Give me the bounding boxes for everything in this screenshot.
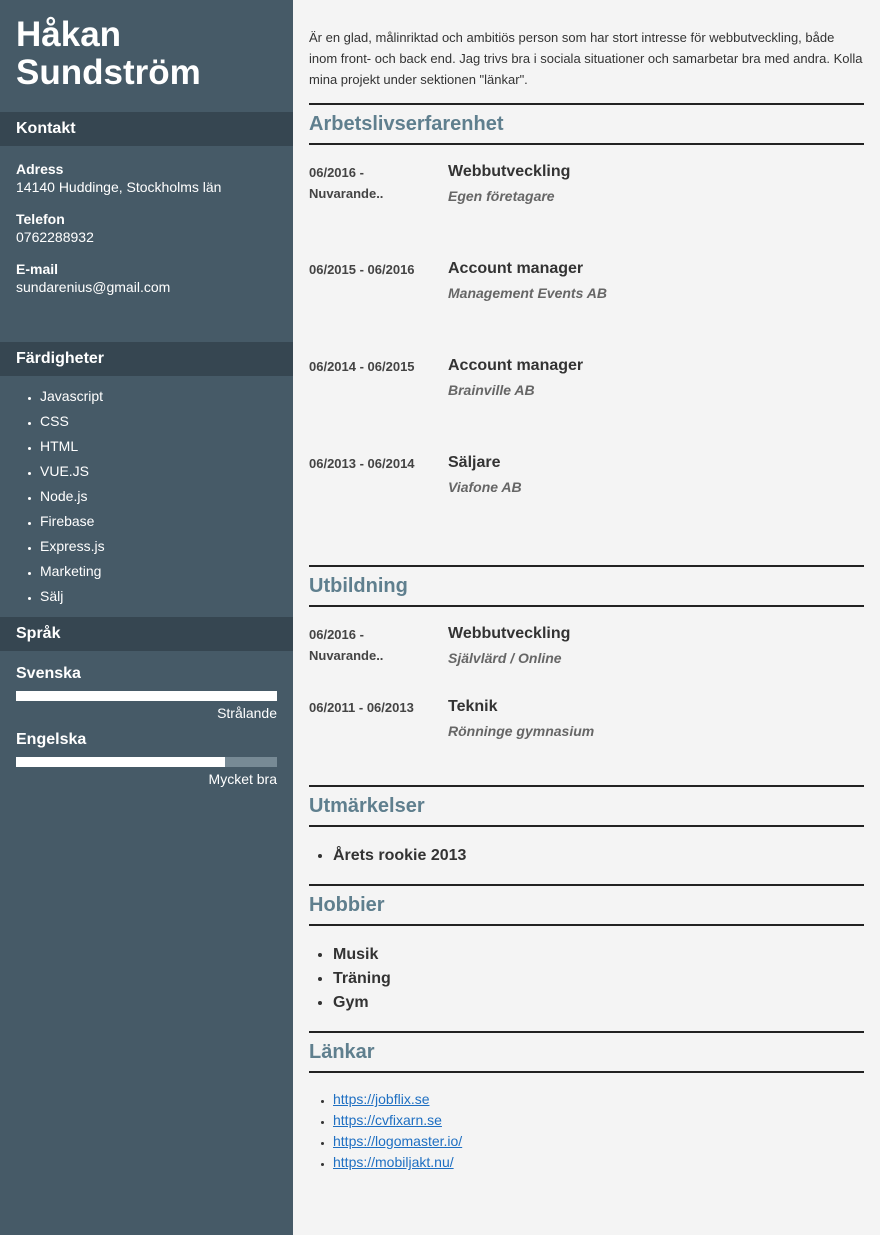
languages-section: Svenska Strålande Engelska Mycket bra	[0, 651, 293, 789]
education-item: 06/2011 - 06/2013 Teknik Rönninge gymnas…	[309, 697, 864, 770]
work-item: 06/2014 - 06/2015 Account manager Brainv…	[309, 356, 864, 453]
link-item: https://jobflix.se	[333, 1089, 864, 1110]
awards-list: Årets rookie 2013	[309, 827, 864, 884]
education-list: 06/2016 - Nuvarande.. Webbutveckling Sjä…	[309, 607, 864, 785]
education-date: 06/2016 - Nuvarande..	[309, 624, 448, 697]
skill-item: Firebase	[40, 509, 293, 534]
work-org: Egen företagare	[448, 188, 555, 204]
education-org: Självlärd / Online	[448, 650, 562, 666]
work-date: 06/2014 - 06/2015	[309, 356, 448, 453]
education-date: 06/2011 - 06/2013	[309, 697, 448, 770]
education-item: 06/2016 - Nuvarande.. Webbutveckling Sjä…	[309, 624, 864, 697]
work-item: 06/2015 - 06/2016 Account manager Manage…	[309, 259, 864, 356]
work-title: Account manager	[448, 357, 584, 374]
award-item: Årets rookie 2013	[333, 844, 864, 868]
languages-heading: Språk	[0, 617, 293, 651]
language-name: Engelska	[16, 731, 87, 748]
skills-list: Javascript CSS HTML VUE.JS Node.js Fireb…	[0, 376, 293, 617]
skill-item: Sälj	[40, 584, 293, 609]
work-org: Brainville AB	[448, 382, 535, 398]
date-line: 06/2016 -	[309, 627, 364, 642]
work-title: Webbutveckling	[448, 163, 571, 180]
language-bar-fill	[16, 691, 277, 701]
education-title: Webbutveckling	[448, 625, 571, 642]
skill-item: VUE.JS	[40, 459, 293, 484]
work-org: Management Events AB	[448, 285, 607, 301]
work-date: 06/2013 - 06/2014	[309, 453, 448, 550]
email-label: E-mail	[16, 261, 59, 277]
main-content: Är en glad, målinriktad och ambitiös per…	[309, 0, 864, 1173]
work-date: 06/2016 - Nuvarande..	[309, 162, 448, 259]
language-level: Strålande	[217, 705, 277, 721]
work-item: 06/2016 - Nuvarande.. Webbutveckling Ege…	[309, 162, 864, 259]
language-name: Svenska	[16, 665, 81, 682]
hobby-item: Träning	[333, 967, 864, 991]
skill-item: Express.js	[40, 534, 293, 559]
skill-item: Node.js	[40, 484, 293, 509]
address-value: 14140 Huddinge, Stockholms län	[16, 179, 222, 195]
link-item: https://logomaster.io/	[333, 1131, 864, 1152]
date-line: Nuvarande..	[309, 186, 384, 201]
skill-item: HTML	[40, 434, 293, 459]
language-level: Mycket bra	[208, 771, 277, 787]
date-line: 06/2013 - 06/2014	[309, 456, 415, 471]
work-title: Säljare	[448, 454, 501, 471]
hobby-item: Musik	[333, 943, 864, 967]
sidebar: Håkan Sundström Kontakt Adress 14140 Hud…	[0, 0, 293, 1235]
work-item: 06/2013 - 06/2014 Säljare Viafone AB	[309, 453, 864, 550]
language-bar	[16, 757, 277, 767]
work-list: 06/2016 - Nuvarande.. Webbutveckling Ege…	[309, 145, 864, 565]
skill-item: Marketing	[40, 559, 293, 584]
link-item: https://mobiljakt.nu/	[333, 1152, 864, 1173]
work-title: Account manager	[448, 260, 584, 277]
date-line: 06/2015 - 06/2016	[309, 262, 415, 277]
date-line: 06/2016 -	[309, 165, 364, 180]
education-org: Rönninge gymnasium	[448, 723, 595, 739]
education-heading: Utbildning	[309, 565, 864, 607]
date-line: 06/2011 - 06/2013	[309, 700, 414, 715]
hobbies-heading: Hobbier	[309, 884, 864, 926]
skills-heading: Färdigheter	[0, 342, 293, 376]
date-line: 06/2014 - 06/2015	[309, 359, 415, 374]
first-name: Håkan	[16, 15, 122, 54]
phone-label: Telefon	[16, 211, 65, 227]
last-name: Sundström	[16, 53, 201, 92]
work-date: 06/2015 - 06/2016	[309, 259, 448, 356]
work-heading: Arbetslivserfarenhet	[309, 103, 864, 145]
intro-text: Är en glad, målinriktad och ambitiös per…	[309, 30, 863, 87]
work-org: Viafone AB	[448, 479, 522, 495]
link-cvfixarn[interactable]: https://cvfixarn.se	[333, 1112, 442, 1128]
education-title: Teknik	[448, 698, 498, 715]
link-mobiljakt[interactable]: https://mobiljakt.nu/	[333, 1154, 454, 1170]
date-line: Nuvarande..	[309, 648, 384, 663]
contact-heading: Kontakt	[0, 112, 293, 146]
link-logomaster[interactable]: https://logomaster.io/	[333, 1133, 462, 1149]
links-heading: Länkar	[309, 1031, 864, 1073]
link-item: https://cvfixarn.se	[333, 1110, 864, 1131]
person-name: Håkan Sundström	[0, 0, 293, 112]
skill-item: Javascript	[40, 384, 293, 409]
link-jobflix[interactable]: https://jobflix.se	[333, 1091, 430, 1107]
language-bar	[16, 691, 277, 701]
email-value: sundarenius@gmail.com	[16, 279, 171, 295]
language-bar-fill	[16, 757, 225, 767]
hobby-item: Gym	[333, 991, 864, 1015]
skill-item: CSS	[40, 409, 293, 434]
hobbies-list: Musik Träning Gym	[309, 926, 864, 1031]
awards-heading: Utmärkelser	[309, 785, 864, 827]
phone-value: 0762288932	[16, 229, 94, 245]
contact-section: Adress 14140 Huddinge, Stockholms län Te…	[0, 146, 293, 342]
address-label: Adress	[16, 161, 64, 177]
links-list: https://jobflix.se https://cvfixarn.se h…	[309, 1073, 864, 1173]
